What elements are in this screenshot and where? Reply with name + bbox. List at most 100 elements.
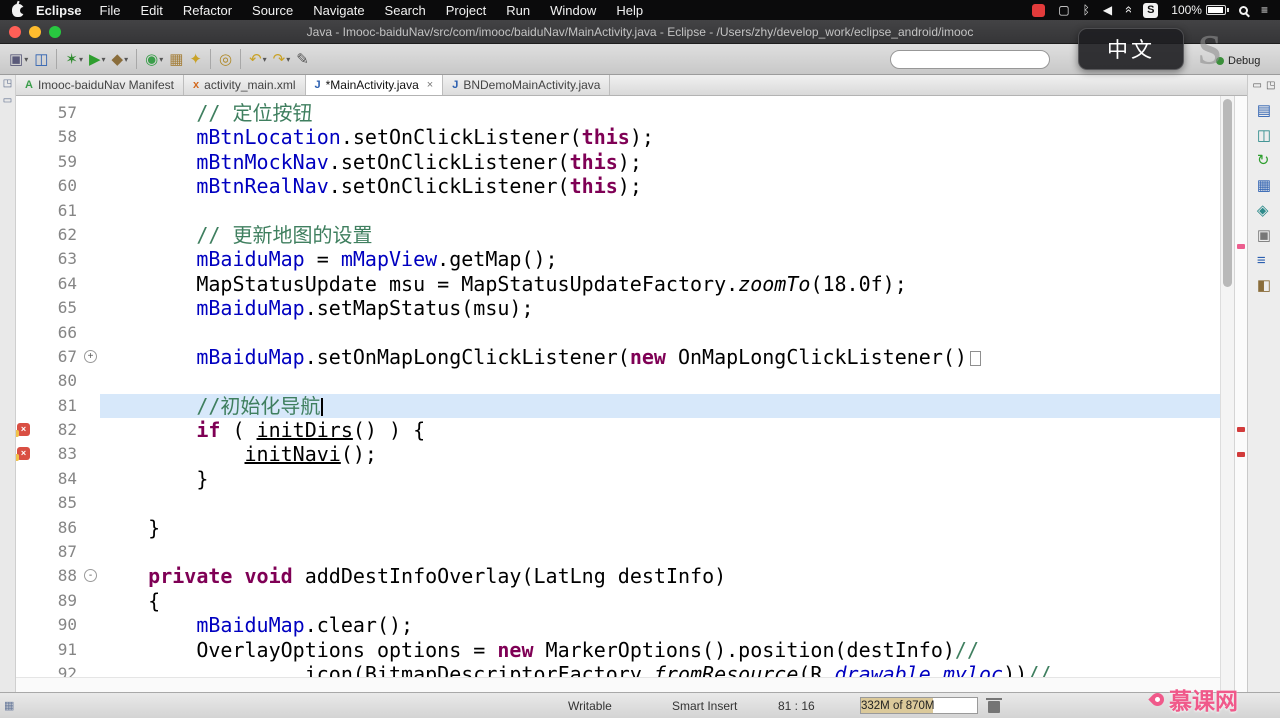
gutter-marker-bar[interactable] xyxy=(16,564,31,588)
minimized-view-icon[interactable]: ◧ xyxy=(1257,278,1271,293)
code-text[interactable]: mBaiduMap.setMapStatus(msu); xyxy=(100,296,1220,320)
restore-view-icon[interactable]: ◳ xyxy=(3,79,12,89)
toolbar-new-class-button[interactable]: ◉ ▾ xyxy=(142,47,166,71)
minimize-button[interactable] xyxy=(29,25,41,38)
control-center-icon[interactable]: ≡ xyxy=(1261,4,1268,16)
gutter-marker-bar[interactable] xyxy=(16,101,31,125)
tab-4[interactable]: J BNDemoMainActivity.java xyxy=(443,75,611,95)
code-text[interactable]: // 定位按钮 xyxy=(100,101,1220,125)
gutter-marker-bar[interactable] xyxy=(16,150,31,174)
code-text[interactable]: mBtnRealNav.setOnClickListener(this); xyxy=(100,174,1220,198)
fold-gutter[interactable]: - xyxy=(83,564,100,588)
gutter-marker-bar[interactable]: × xyxy=(16,442,31,466)
fold-gutter[interactable] xyxy=(83,321,100,345)
annotation-mark[interactable] xyxy=(1237,244,1245,249)
minimized-view-icon[interactable]: ◈ xyxy=(1257,203,1271,218)
toolbar-search-button[interactable]: ◎ xyxy=(216,47,235,71)
fold-expanded-icon[interactable]: - xyxy=(84,569,97,583)
code-rows[interactable]: 57 // 定位按钮 58 mBtnLocation.setOnClickList… xyxy=(16,96,1220,677)
heap-status-gauge[interactable]: 332M of 870M xyxy=(860,697,978,714)
gutter-marker-bar[interactable] xyxy=(16,296,31,320)
fold-gutter[interactable] xyxy=(83,150,100,174)
fold-gutter[interactable] xyxy=(83,394,100,418)
code-text[interactable]: mBtnLocation.setOnClickListener(this); xyxy=(100,125,1220,149)
code-text[interactable]: MapStatusUpdate msu = MapStatusUpdateFac… xyxy=(100,272,1220,296)
folded-region-box[interactable] xyxy=(969,350,981,366)
close-button[interactable] xyxy=(9,25,21,38)
vertical-scrollbar[interactable] xyxy=(1220,96,1234,692)
apple-menu-icon[interactable] xyxy=(12,3,27,17)
toolbar-save-button[interactable]: ◫ xyxy=(31,47,51,71)
overview-ruler[interactable] xyxy=(1234,96,1247,692)
menu-edit[interactable]: Edit xyxy=(140,3,162,18)
minimized-view-icon[interactable]: ↻ xyxy=(1257,153,1271,168)
fold-gutter[interactable] xyxy=(83,199,100,223)
code-text[interactable] xyxy=(100,321,1220,345)
wifi-icon[interactable]: » xyxy=(1120,7,1135,12)
fold-gutter[interactable] xyxy=(83,296,100,320)
menu-file[interactable]: File xyxy=(100,3,121,18)
fold-gutter[interactable] xyxy=(83,589,100,613)
fold-gutter[interactable] xyxy=(83,247,100,271)
minimized-view-icon[interactable]: ≡ xyxy=(1257,253,1271,268)
toolbar-debug-button[interactable]: ✶ ▾ xyxy=(62,47,86,71)
battery-indicator[interactable]: 100% xyxy=(1171,3,1229,17)
fold-gutter[interactable] xyxy=(83,223,100,247)
menu-help[interactable]: Help xyxy=(616,3,643,18)
quick-access-input[interactable] xyxy=(890,50,1050,69)
fold-gutter[interactable] xyxy=(83,125,100,149)
code-text[interactable]: // 更新地图的设置 xyxy=(100,223,1220,247)
code-text[interactable]: .icon(BitmapDescriptorFactory.fromResour… xyxy=(100,662,1220,677)
fold-gutter[interactable] xyxy=(83,101,100,125)
perspective-debug-button[interactable]: Debug xyxy=(1216,55,1260,67)
fold-gutter[interactable] xyxy=(83,174,100,198)
horizontal-scrollbar[interactable] xyxy=(16,677,1220,692)
code-text[interactable] xyxy=(100,491,1220,515)
code-text[interactable]: mBaiduMap.setOnMapLongClickListener(new … xyxy=(100,345,1220,369)
toolbar-new-button[interactable]: ▣ ▾ xyxy=(6,47,31,71)
toolbar-back-button[interactable]: ↶ ▾ xyxy=(246,47,270,71)
gutter-marker-bar[interactable] xyxy=(16,589,31,613)
scrollbar-thumb[interactable] xyxy=(1223,99,1232,287)
menu-refactor[interactable]: Refactor xyxy=(183,3,232,18)
zoom-button[interactable] xyxy=(49,25,61,38)
gutter-marker-bar[interactable] xyxy=(16,638,31,662)
code-text[interactable]: { xyxy=(100,589,1220,613)
minimized-view-icon[interactable]: ▦ xyxy=(1257,178,1271,193)
menu-search[interactable]: Search xyxy=(385,3,426,18)
gutter-marker-bar[interactable] xyxy=(16,613,31,637)
toolbar-new-package-button[interactable]: ▦ xyxy=(166,47,186,71)
fold-gutter[interactable] xyxy=(83,418,100,442)
code-text[interactable]: mBtnMockNav.setOnClickListener(this); xyxy=(100,150,1220,174)
menu-source[interactable]: Source xyxy=(252,3,293,18)
fold-gutter[interactable] xyxy=(83,369,100,393)
toolbar-last-edit-button[interactable]: ✎ xyxy=(293,47,312,71)
tab-2[interactable]: x activity_main.xml xyxy=(184,75,306,95)
code-text[interactable]: mBaiduMap.clear(); xyxy=(100,613,1220,637)
gutter-marker-bar[interactable] xyxy=(16,540,31,564)
volume-icon[interactable]: ◀ xyxy=(1103,4,1112,16)
code-text[interactable] xyxy=(100,369,1220,393)
garbage-collect-icon[interactable] xyxy=(986,698,1002,713)
gutter-marker-bar[interactable] xyxy=(16,516,31,540)
fold-gutter[interactable] xyxy=(83,491,100,515)
code-text[interactable] xyxy=(100,540,1220,564)
minimized-view-icon[interactable]: ▤ xyxy=(1257,103,1271,118)
code-text[interactable] xyxy=(100,199,1220,223)
tab-close-icon[interactable]: × xyxy=(427,79,433,91)
fold-gutter[interactable] xyxy=(83,516,100,540)
screen-record-icon[interactable] xyxy=(1032,3,1046,17)
minimized-view-icon[interactable]: ◫ xyxy=(1257,128,1271,143)
code-text[interactable]: mBaiduMap = mMapView.getMap(); xyxy=(100,247,1220,271)
bluetooth-icon[interactable]: ᛒ xyxy=(1083,4,1090,16)
gutter-marker-bar[interactable] xyxy=(16,321,31,345)
annotation-mark[interactable] xyxy=(1237,427,1245,432)
spotlight-icon[interactable] xyxy=(1238,5,1248,15)
maximize-view-icon[interactable]: ◳ xyxy=(1266,80,1275,91)
restore-view-icon[interactable]: ▭ xyxy=(3,96,12,106)
fold-gutter[interactable] xyxy=(83,442,100,466)
gutter-marker-bar[interactable] xyxy=(16,272,31,296)
gutter-marker-bar[interactable] xyxy=(16,345,31,369)
menu-navigate[interactable]: Navigate xyxy=(313,3,364,18)
code-text[interactable]: } xyxy=(100,467,1220,491)
